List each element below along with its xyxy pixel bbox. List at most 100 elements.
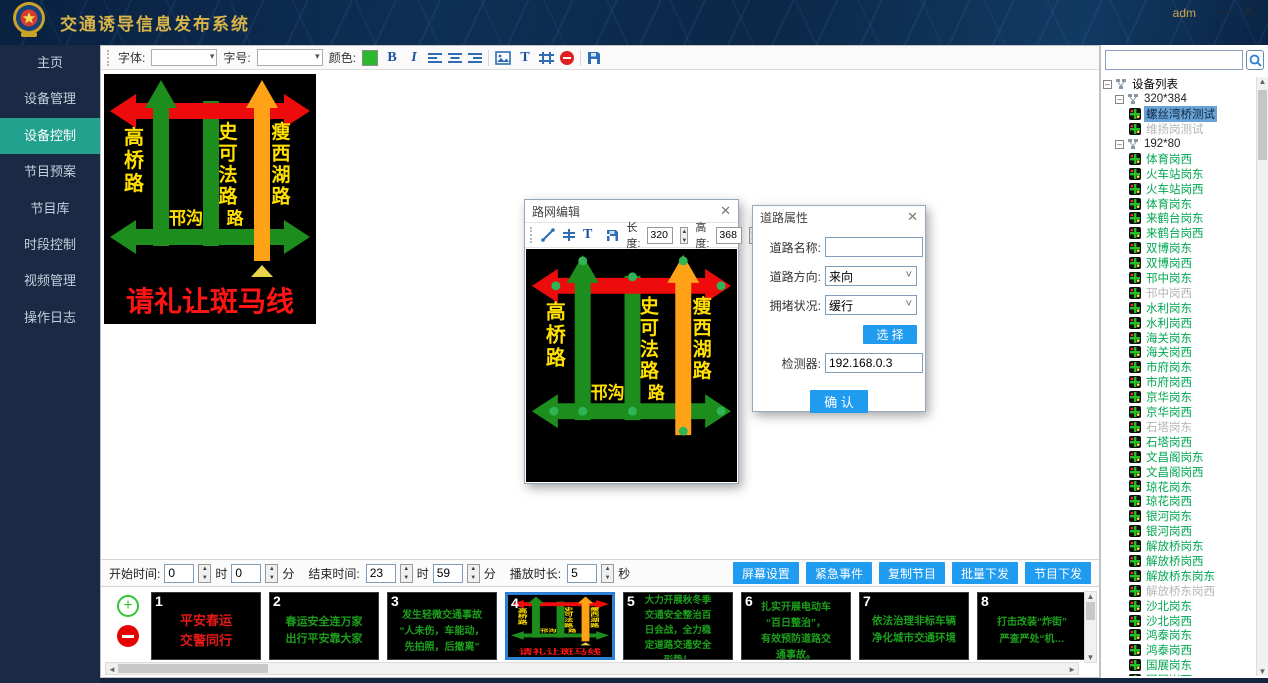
tree-device-体育岗东[interactable]: 体育岗东 bbox=[1103, 196, 1255, 211]
tree-group-192*80[interactable]: –192*80 bbox=[1103, 137, 1255, 152]
program-thumbnail-2[interactable]: 2春运安全连万家出行平安靠大家 bbox=[269, 592, 379, 660]
bold-icon[interactable]: B bbox=[384, 50, 400, 66]
sidebar-item-设备控制[interactable]: 设备控制 bbox=[0, 118, 100, 154]
sidebar-item-视频管理[interactable]: 视频管理 bbox=[0, 263, 100, 299]
program-thumbnail-4[interactable]: 4高桥路史可法路瘦西湖路邗沟路请礼让斑马线 bbox=[505, 592, 615, 660]
length-stepper[interactable] bbox=[680, 227, 688, 244]
draw-line-icon[interactable] bbox=[541, 228, 555, 242]
text-tool-icon[interactable]: T bbox=[583, 227, 592, 243]
sidebar-item-设备管理[interactable]: 设备管理 bbox=[0, 81, 100, 117]
height-input[interactable] bbox=[716, 227, 742, 244]
button-批量下发[interactable]: 批量下发 bbox=[952, 562, 1018, 584]
tree-device-来鹤台岗东[interactable]: 来鹤台岗东 bbox=[1103, 211, 1255, 226]
end-hour-input[interactable] bbox=[366, 564, 396, 583]
end-min-stepper[interactable] bbox=[467, 564, 480, 583]
tree-device-水利岗东[interactable]: 水利岗东 bbox=[1103, 300, 1255, 315]
tree-device-双博岗东[interactable]: 双博岗东 bbox=[1103, 241, 1255, 256]
sidebar-item-节目预案[interactable]: 节目预案 bbox=[0, 154, 100, 190]
add-node-icon[interactable] bbox=[562, 228, 576, 242]
tree-device-文昌阁岗西[interactable]: 文昌阁岗西 bbox=[1103, 464, 1255, 479]
tree-device-水利岗西[interactable]: 水利岗西 bbox=[1103, 315, 1255, 330]
delete-icon[interactable] bbox=[560, 51, 574, 65]
scroll-up-icon[interactable]: ▲ bbox=[1085, 592, 1096, 601]
button-屏幕设置[interactable]: 屏幕设置 bbox=[733, 562, 799, 584]
tree-device-沙北岗东[interactable]: 沙北岗东 bbox=[1103, 598, 1255, 613]
scroll-down-icon[interactable]: ▼ bbox=[1257, 667, 1268, 676]
confirm-button[interactable]: 确 认 bbox=[810, 390, 868, 413]
italic-icon[interactable]: I bbox=[406, 50, 422, 66]
congestion-select[interactable]: 缓行 bbox=[825, 295, 917, 315]
tree-device-沙北岗西[interactable]: 沙北岗西 bbox=[1103, 613, 1255, 628]
road-direction-select[interactable]: 来向 bbox=[825, 266, 917, 286]
align-right-icon[interactable] bbox=[468, 52, 482, 64]
tree-device-市府岗西[interactable]: 市府岗西 bbox=[1103, 375, 1255, 390]
duration-input[interactable] bbox=[567, 564, 597, 583]
align-left-icon[interactable] bbox=[428, 52, 442, 64]
start-hour-input[interactable] bbox=[164, 564, 194, 583]
text-tool-icon[interactable]: T bbox=[517, 50, 533, 66]
tree-device-京华岗西[interactable]: 京华岗西 bbox=[1103, 405, 1255, 420]
tree-device-解放桥东岗东[interactable]: 解放桥东岗东 bbox=[1103, 568, 1255, 583]
end-hour-stepper[interactable] bbox=[400, 564, 413, 583]
tree-device-来鹤台岗西[interactable]: 来鹤台岗西 bbox=[1103, 226, 1255, 241]
collapse-icon[interactable]: – bbox=[1103, 80, 1112, 89]
search-button[interactable] bbox=[1246, 50, 1264, 70]
road-network-canvas[interactable]: 高桥路史可法路瘦西湖路邗沟路 bbox=[526, 249, 737, 482]
tree-device-文昌阁岗东[interactable]: 文昌阁岗东 bbox=[1103, 449, 1255, 464]
tree-device-银河岗西[interactable]: 银河岗西 bbox=[1103, 524, 1255, 539]
road-name-input[interactable] bbox=[825, 237, 923, 257]
program-thumbnail-7[interactable]: 7依法治理非标车辆净化城市交通环境 bbox=[859, 592, 969, 660]
scroll-left-icon[interactable]: ◄ bbox=[108, 665, 116, 674]
save-icon[interactable] bbox=[587, 51, 601, 65]
search-input[interactable] bbox=[1105, 50, 1243, 70]
scroll-up-icon[interactable]: ▲ bbox=[1257, 77, 1268, 86]
tree-device-市府岗东[interactable]: 市府岗东 bbox=[1103, 360, 1255, 375]
tree-device-鸿泰岗东[interactable]: 鸿泰岗东 bbox=[1103, 628, 1255, 643]
collapse-icon[interactable]: – bbox=[1115, 140, 1124, 149]
program-thumbnail-5[interactable]: 5大力开展秋冬季交通安全整治百日会战，全力稳定道路交通安全形势！ bbox=[623, 592, 733, 660]
close-icon[interactable]: ✕ bbox=[907, 209, 918, 225]
toolbar-grip-handle[interactable] bbox=[530, 227, 532, 243]
tree-device-石塔岗东[interactable]: 石塔岗东 bbox=[1103, 419, 1255, 434]
detector-input[interactable] bbox=[825, 353, 923, 373]
toolbar-grip-handle[interactable] bbox=[107, 50, 110, 66]
tree-device-京华岗东[interactable]: 京华岗东 bbox=[1103, 390, 1255, 405]
tree-device-维扬岗测试[interactable]: 维扬岗测试 bbox=[1103, 122, 1255, 137]
start-min-input[interactable] bbox=[231, 564, 261, 583]
button-复制节目[interactable]: 复制节目 bbox=[879, 562, 945, 584]
scroll-right-icon[interactable]: ► bbox=[1068, 665, 1076, 674]
program-thumbnail-3[interactable]: 3发生轻微交通事故“人未伤，车能动，先拍照，后撤离” bbox=[387, 592, 497, 660]
button-节目下发[interactable]: 节目下发 bbox=[1025, 562, 1091, 584]
road-network-icon[interactable] bbox=[539, 51, 554, 65]
user-label[interactable]: adm bbox=[1173, 6, 1196, 20]
tree-device-国展岗东[interactable]: 国展岗东 bbox=[1103, 658, 1255, 673]
sidebar-item-操作日志[interactable]: 操作日志 bbox=[0, 300, 100, 336]
image-icon[interactable] bbox=[495, 51, 511, 65]
tree-device-琼花岗东[interactable]: 琼花岗东 bbox=[1103, 479, 1255, 494]
scrollbar-thumb[interactable] bbox=[118, 664, 268, 673]
add-program-icon[interactable]: + bbox=[117, 595, 139, 617]
collapse-icon[interactable]: – bbox=[1115, 95, 1124, 104]
tree-device-海关岗西[interactable]: 海关岗西 bbox=[1103, 345, 1255, 360]
tree-device-火车站岗西[interactable]: 火车站岗西 bbox=[1103, 181, 1255, 196]
scrollbar-thumb[interactable] bbox=[1086, 602, 1095, 620]
tree-device-螺丝湾桥测试[interactable]: 螺丝湾桥测试 bbox=[1103, 107, 1255, 122]
sidebar-item-节目库[interactable]: 节目库 bbox=[0, 191, 100, 227]
tree-device-鸿泰岗西[interactable]: 鸿泰岗西 bbox=[1103, 643, 1255, 658]
tree-group-320*384[interactable]: –320*384 bbox=[1103, 92, 1255, 107]
tree-device-解放桥岗西[interactable]: 解放桥岗西 bbox=[1103, 554, 1255, 569]
font-select[interactable] bbox=[151, 49, 217, 66]
tree-device-解放桥岗东[interactable]: 解放桥岗东 bbox=[1103, 539, 1255, 554]
tree-device-石塔岗西[interactable]: 石塔岗西 bbox=[1103, 434, 1255, 449]
sidebar-item-主页[interactable]: 主页 bbox=[0, 45, 100, 81]
scrollbar-thumb[interactable] bbox=[1258, 90, 1267, 160]
tree-device-银河岗东[interactable]: 银河岗东 bbox=[1103, 509, 1255, 524]
button-紧急事件[interactable]: 紧急事件 bbox=[806, 562, 872, 584]
sign-preview[interactable]: 高桥路史可法路瘦西湖路邗沟路请礼让斑马线 bbox=[104, 74, 316, 324]
program-thumbnail-8[interactable]: 8打击改装“炸街”严查严处“机… bbox=[977, 592, 1086, 660]
align-center-icon[interactable] bbox=[448, 52, 462, 64]
end-min-input[interactable] bbox=[433, 564, 463, 583]
duration-stepper[interactable] bbox=[601, 564, 614, 583]
close-icon[interactable]: ✕ bbox=[1238, 2, 1260, 22]
tree-device-琼花岗西[interactable]: 琼花岗西 bbox=[1103, 494, 1255, 509]
